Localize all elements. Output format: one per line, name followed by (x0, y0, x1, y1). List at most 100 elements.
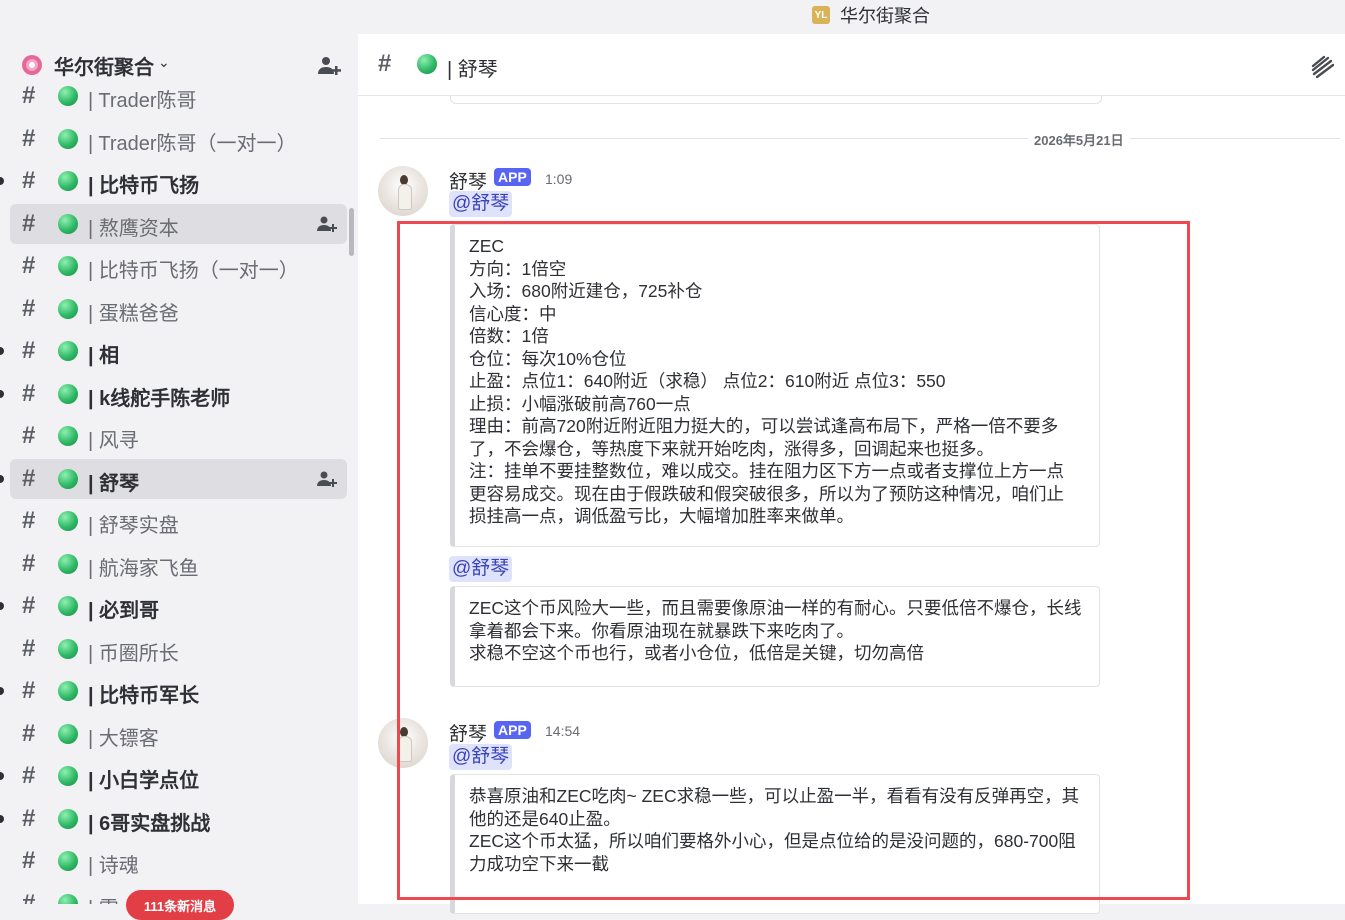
date-divider (380, 138, 1340, 139)
sidebar-scrollbar[interactable] (349, 208, 354, 256)
add-member-icon[interactable] (316, 469, 338, 489)
embed-text-line: 止盈：点位1：640附近（求稳） 点位2：610附近 点位3：550 (469, 371, 946, 391)
new-messages-badge[interactable]: 111条新消息 (126, 890, 234, 920)
embed-text-line: 求稳不空这个币也行，或者小仓位，低倍是关键，切勿高倍 (469, 643, 924, 663)
channel-label: | 雷 (88, 892, 119, 905)
unread-indicator (0, 177, 4, 185)
channel-hash-icon: # (22, 422, 36, 449)
channel-status-icon (58, 468, 78, 489)
channel-hash-icon: # (22, 719, 36, 747)
unread-indicator (0, 602, 4, 610)
channel-status-icon (417, 54, 437, 74)
sidebar-channel-item[interactable]: # | 比特币军长 (0, 671, 347, 711)
channel-label: | 小白学点位 (88, 770, 200, 792)
channel-hash-icon: # (22, 82, 36, 109)
sidebar-channel-item[interactable]: # | k线舵手陈老师 (0, 374, 347, 414)
channel-sidebar: 华尔街聚合 ⌄ # | Trader陈哥 # | Trader陈哥（一对一） # | 比特… (0, 34, 358, 904)
chevron-down-icon[interactable]: ⌄ (158, 54, 170, 71)
avatar[interactable] (378, 718, 428, 768)
window-titlebar: YL 华尔街聚合 (0, 0, 1345, 34)
sidebar-channel-item[interactable]: # | 必到哥 (0, 586, 347, 626)
channel-hash-icon: # (22, 507, 36, 534)
add-member-icon[interactable] (316, 54, 342, 78)
channel-hash-icon: # (22, 762, 36, 789)
channel-status-icon (58, 341, 78, 361)
channel-label: | Trader陈哥 (88, 90, 197, 112)
app-badge: APP (494, 168, 531, 186)
unread-indicator (0, 347, 4, 355)
message-embed: ZEC这个币风险大一些，而且需要像原油一样的有耐心。只要低倍不爆仓，长线 拿着都会… (450, 586, 1100, 687)
embed-text-line: 他的还是640止盈。 (469, 808, 621, 829)
channel-hash-icon: # (22, 889, 36, 905)
channel-status-icon (58, 808, 78, 829)
embed-text-line: 止损：小幅涨破前高760一点 (469, 393, 691, 414)
message-author[interactable]: 舒琴 (449, 167, 487, 194)
sidebar-channel-item[interactable]: # | 币圈所长 (10, 629, 347, 669)
channel-status-icon (58, 638, 78, 659)
app-logo-icon: YL (812, 6, 830, 24)
sidebar-channel-item[interactable]: # | 航海家飞鱼 (10, 544, 347, 584)
sidebar-channel-item[interactable]: # | 6哥实盘挑战 (0, 799, 347, 839)
channel-hash-icon: # (22, 294, 36, 322)
sidebar-channel-item[interactable]: # | 舒琴实盘 (10, 501, 347, 541)
channel-label: | 熬鹰资本 (88, 217, 179, 240)
embed-text-line: 了，不会爆仓，等热度下来就开始吃肉，涨得多，回调起来也挺多。 (469, 438, 994, 459)
channel-hash-icon: # (22, 379, 36, 407)
embed-text-line: 倍数：1倍 (469, 326, 549, 346)
sidebar-channel-item[interactable]: # | 小白学点位 (0, 756, 347, 796)
window-title-text: 华尔街聚合 (840, 6, 930, 26)
message-embed: ZEC 方向：1倍空 入场：680附近建仓，725补仓 信心度：中 倍数：1倍 仓位：每次… (450, 224, 1100, 547)
channel-hash-icon: # (22, 209, 36, 237)
avatar[interactable] (378, 166, 428, 216)
sidebar-channel-item[interactable]: # | 比特币飞扬 (0, 161, 347, 201)
channel-hash-icon: # (22, 337, 36, 364)
window-title: YL 华尔街聚合 (812, 4, 930, 26)
channel-hash-icon: # (22, 464, 36, 492)
channel-hash-icon: # (22, 252, 36, 279)
channel-status-icon (58, 723, 78, 744)
channel-label: | 舒琴 (88, 472, 140, 495)
embed-text-line: ZEC (469, 236, 504, 256)
sidebar-channel-item[interactable]: # | 大镖客 (10, 714, 347, 754)
embed-text-line: 理由：前高720附近附近阻力挺大的，可以尝试逢高布局下，严格一倍不要多 (469, 416, 1059, 436)
channel-status-icon (58, 213, 78, 234)
unread-indicator (0, 474, 4, 483)
message-timestamp: 14:54 (545, 723, 581, 739)
threads-icon[interactable] (1310, 54, 1336, 80)
sidebar-channel-item[interactable]: # | 蛋糕爸爸 (10, 289, 347, 329)
channel-hash-icon: # (22, 124, 36, 152)
sidebar-channel-item[interactable]: # | 风寻 (10, 416, 347, 456)
sidebar-channel-item[interactable]: # | 比特币飞扬（一对一） (10, 246, 347, 286)
app-badge: APP (494, 721, 531, 739)
sidebar-channel-item[interactable]: # | 舒琴 (0, 458, 347, 499)
sidebar-channel-item[interactable]: # | Trader陈哥 (10, 76, 347, 116)
channel-label: | 舒琴实盘 (88, 515, 179, 537)
unread-indicator (0, 389, 4, 398)
sidebar-channel-item[interactable]: # | 熬鹰资本 (10, 203, 347, 244)
embed-text-line: ZEC这个币太猛，所以咱们要格外小心，但是点位给的是没问题的，680-700阻 (469, 831, 1076, 851)
channel-status-icon (58, 383, 78, 404)
user-mention[interactable]: @舒琴 (449, 556, 513, 582)
user-mention[interactable]: @舒琴 (449, 744, 513, 770)
message-timestamp: 1:09 (545, 171, 573, 187)
sidebar-channel-item[interactable]: # | Trader陈哥（一对一） (10, 119, 347, 159)
channel-label: | k线舵手陈老师 (88, 387, 231, 410)
user-mention[interactable]: @舒琴 (449, 191, 513, 217)
previous-embed (450, 95, 1102, 104)
message-author[interactable]: 舒琴 (449, 719, 487, 746)
channel-status-icon (58, 511, 78, 531)
channel-status-icon (58, 128, 78, 149)
channel-hash-icon: # (22, 549, 36, 577)
channel-label: | 航海家飞鱼 (88, 557, 199, 580)
channel-status-icon (58, 766, 78, 786)
add-member-icon[interactable] (316, 214, 338, 234)
channel-status-icon (58, 596, 78, 616)
message-embed: 恭喜原油和ZEC吃肉~ ZEC求稳一些，可以止盈一半，看看有没有反弹再空，其 他的… (450, 774, 1100, 914)
sidebar-channel-item[interactable]: # | 相 (0, 331, 347, 371)
sidebar-channel-item[interactable]: # | 诗魂 (10, 841, 347, 881)
channel-title: | 舒琴 (447, 59, 498, 81)
channel-hash-icon: # (22, 167, 36, 194)
embed-text-line: 损挂高一点，调低盈亏比，大幅增加胜率来做单。 (469, 506, 854, 526)
channel-hash-icon: # (22, 677, 36, 704)
chat-main: # | 舒琴 2026年5月21日 舒琴 APP 1:09 @舒琴 ZEC 方向：… (358, 34, 1345, 914)
